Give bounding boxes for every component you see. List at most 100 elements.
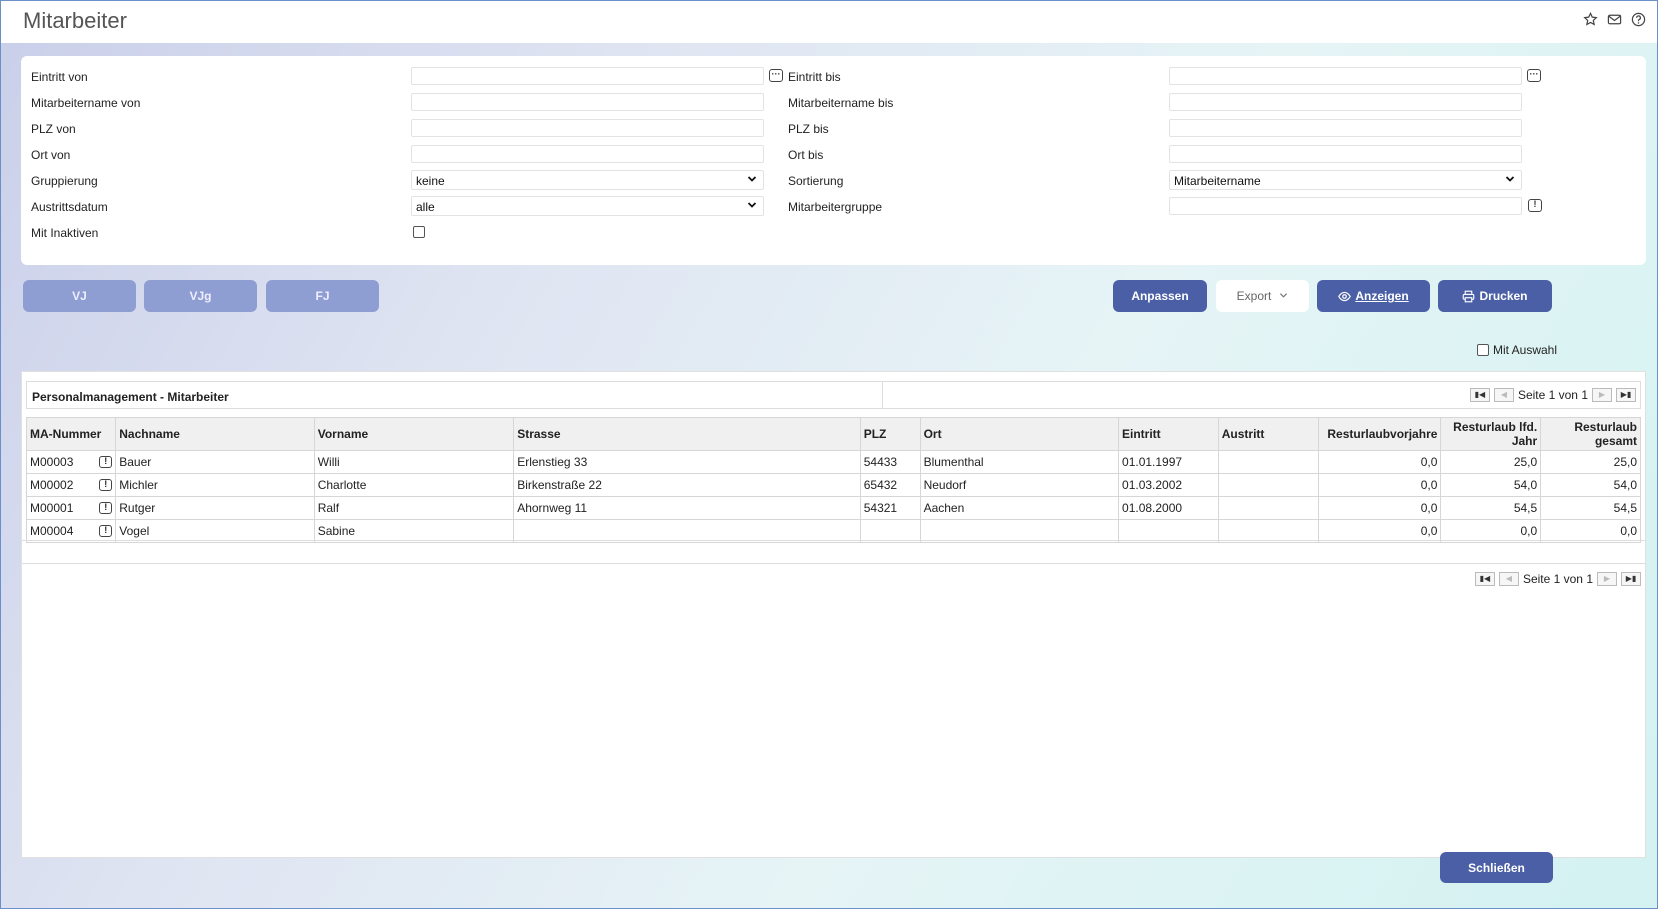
mit-inaktiven-checkbox[interactable] (413, 226, 425, 238)
sortierung-value: Mitarbeitername (1174, 174, 1261, 188)
anpassen-button[interactable]: Anpassen (1113, 280, 1207, 312)
table-cell (1217, 496, 1319, 520)
star-icon[interactable] (1583, 11, 1599, 28)
table-cell: 65432 (859, 473, 921, 497)
exclamation-icon[interactable]: ! (1528, 199, 1542, 212)
anzeigen-button[interactable]: Anzeigen (1317, 280, 1430, 312)
eintritt-von-label: Eintritt von (31, 70, 88, 84)
exclamation-icon[interactable]: ! (99, 479, 113, 491)
column-header[interactable]: Resturlaubvorjahre (1317, 417, 1442, 451)
table-cell: 54,5 (1540, 496, 1641, 520)
table-cell (1217, 473, 1319, 497)
ellipsis-icon[interactable]: ··· (769, 69, 783, 82)
column-header[interactable]: MA-Nummer (25, 417, 117, 451)
divider (22, 563, 1645, 564)
mit-auswahl-checkbox[interactable] (1477, 344, 1489, 356)
page-title: Mitarbeiter (23, 8, 127, 33)
table-row[interactable]: M00002! Michler Charlotte Birkenstraße 22 65… (25, 473, 1641, 497)
column-header[interactable]: Nachname (115, 417, 315, 451)
help-icon[interactable] (1631, 12, 1647, 28)
ort-bis-input[interactable] (1169, 145, 1522, 163)
table-cell: 54,0 (1540, 473, 1641, 497)
plz-bis-input[interactable] (1169, 119, 1522, 137)
export-label: Export (1236, 289, 1272, 303)
last-page-icon[interactable]: ▶▮ (1616, 388, 1636, 402)
table-cell: 0,0 (1317, 496, 1442, 520)
mit-auswahl-label: Mit Auswahl (1493, 343, 1558, 357)
exclamation-icon[interactable]: ! (99, 525, 113, 537)
eye-icon (1338, 290, 1352, 303)
ort-von-input[interactable] (411, 145, 764, 163)
mitarbeitergruppe-input[interactable] (1169, 197, 1522, 215)
chevron-down-icon (1279, 289, 1288, 303)
schliessen-button[interactable]: Schließen (1440, 852, 1553, 883)
ellipsis-icon[interactable]: ··· (1527, 69, 1541, 82)
vjg-button[interactable]: VJg (144, 280, 257, 312)
export-button[interactable]: Export (1216, 280, 1309, 312)
column-header[interactable]: Eintritt (1118, 417, 1219, 451)
plz-von-input[interactable] (411, 119, 764, 137)
column-header[interactable]: Ort (919, 417, 1120, 451)
name-von-label: Mitarbeitername von (31, 96, 141, 110)
first-page-icon[interactable]: ▮◀ (1474, 572, 1495, 586)
table-cell: 01.01.1997 (1118, 450, 1219, 474)
eintritt-von-input[interactable] (411, 67, 764, 85)
table-row[interactable]: M00001! Rutger Ralf Ahornweg 11 54321 Aachen 0… (25, 496, 1641, 520)
page-text: Seite 1 von 1 (1522, 572, 1593, 586)
name-bis-input[interactable] (1169, 93, 1522, 111)
gruppierung-label: Gruppierung (31, 174, 98, 188)
austrittsdatum-label: Austrittsdatum (31, 200, 108, 214)
name-bis-label: Mitarbeitername bis (788, 96, 894, 110)
gruppierung-value: keine (416, 174, 445, 188)
filter-panel: Eintritt von ··· Eintritt bis ··· Mitarb… (21, 56, 1646, 265)
next-page-icon[interactable]: ▶ (1592, 388, 1612, 402)
drucken-label: Drucken (1479, 289, 1528, 303)
fj-button[interactable]: FJ (266, 280, 379, 312)
column-header[interactable]: Austritt (1217, 417, 1319, 451)
table-cell: 25,0 (1540, 450, 1641, 474)
table-cell: 54,5 (1440, 496, 1542, 520)
prev-page-icon[interactable]: ◀ (1498, 572, 1519, 586)
column-header[interactable]: Vorname (313, 417, 515, 451)
prev-page-icon[interactable]: ◀ (1493, 388, 1514, 402)
column-header[interactable]: Resturlaub gesamt (1540, 417, 1641, 451)
title-bar: Mitarbeiter (1, 1, 1657, 43)
pager-top: ▮◀ ◀ Seite 1 von 1 ▶ ▶▮ (1469, 388, 1636, 402)
sortierung-select[interactable]: Mitarbeitername (1169, 170, 1522, 190)
column-header[interactable]: PLZ (859, 417, 921, 451)
eintritt-bis-input[interactable] (1169, 67, 1522, 85)
table-cell: 54321 (859, 496, 921, 520)
plz-bis-label: PLZ bis (788, 122, 829, 136)
gruppierung-select[interactable]: keine (411, 170, 764, 190)
table-cell: Ahornweg 11 (513, 496, 861, 520)
drucken-button[interactable]: Drucken (1438, 280, 1552, 312)
ma-nummer-cell: M00001! (25, 496, 117, 520)
sortierung-label: Sortierung (788, 174, 844, 188)
table-cell (1217, 450, 1319, 474)
employee-table: MA-Nummer Nachname Vorname Strasse PLZ O… (25, 417, 1641, 543)
exclamation-icon[interactable]: ! (99, 456, 113, 468)
report-panel: Personalmanagement - Mitarbeiter ▮◀ ◀ Se… (21, 371, 1646, 858)
name-von-input[interactable] (411, 93, 764, 111)
austrittsdatum-select[interactable]: alle (411, 196, 764, 216)
table-cell: Ralf (313, 496, 515, 520)
last-page-icon[interactable]: ▶▮ (1621, 572, 1641, 586)
divider (22, 540, 1645, 541)
table-cell: 01.03.2002 (1118, 473, 1219, 497)
first-page-icon[interactable]: ▮◀ (1469, 388, 1490, 402)
ma-nummer-cell: M00003! (25, 450, 117, 474)
table-row[interactable]: M00003! Bauer Willi Erlenstieg 33 54433 Blume… (25, 450, 1641, 474)
table-cell: 25,0 (1440, 450, 1542, 474)
chevron-down-icon (747, 173, 757, 187)
chevron-down-icon (1505, 173, 1515, 187)
column-header[interactable]: Strasse (513, 417, 861, 451)
ort-von-label: Ort von (31, 148, 71, 162)
exclamation-icon[interactable]: ! (99, 502, 113, 514)
mail-icon[interactable] (1607, 12, 1623, 28)
next-page-icon[interactable]: ▶ (1597, 572, 1617, 586)
table-cell: 01.08.2000 (1118, 496, 1219, 520)
column-header[interactable]: Resturlaub lfd. Jahr (1440, 417, 1542, 451)
ma-nummer-cell: M00002! (25, 473, 117, 497)
vj-button[interactable]: VJ (23, 280, 136, 312)
printer-icon (1462, 290, 1475, 303)
